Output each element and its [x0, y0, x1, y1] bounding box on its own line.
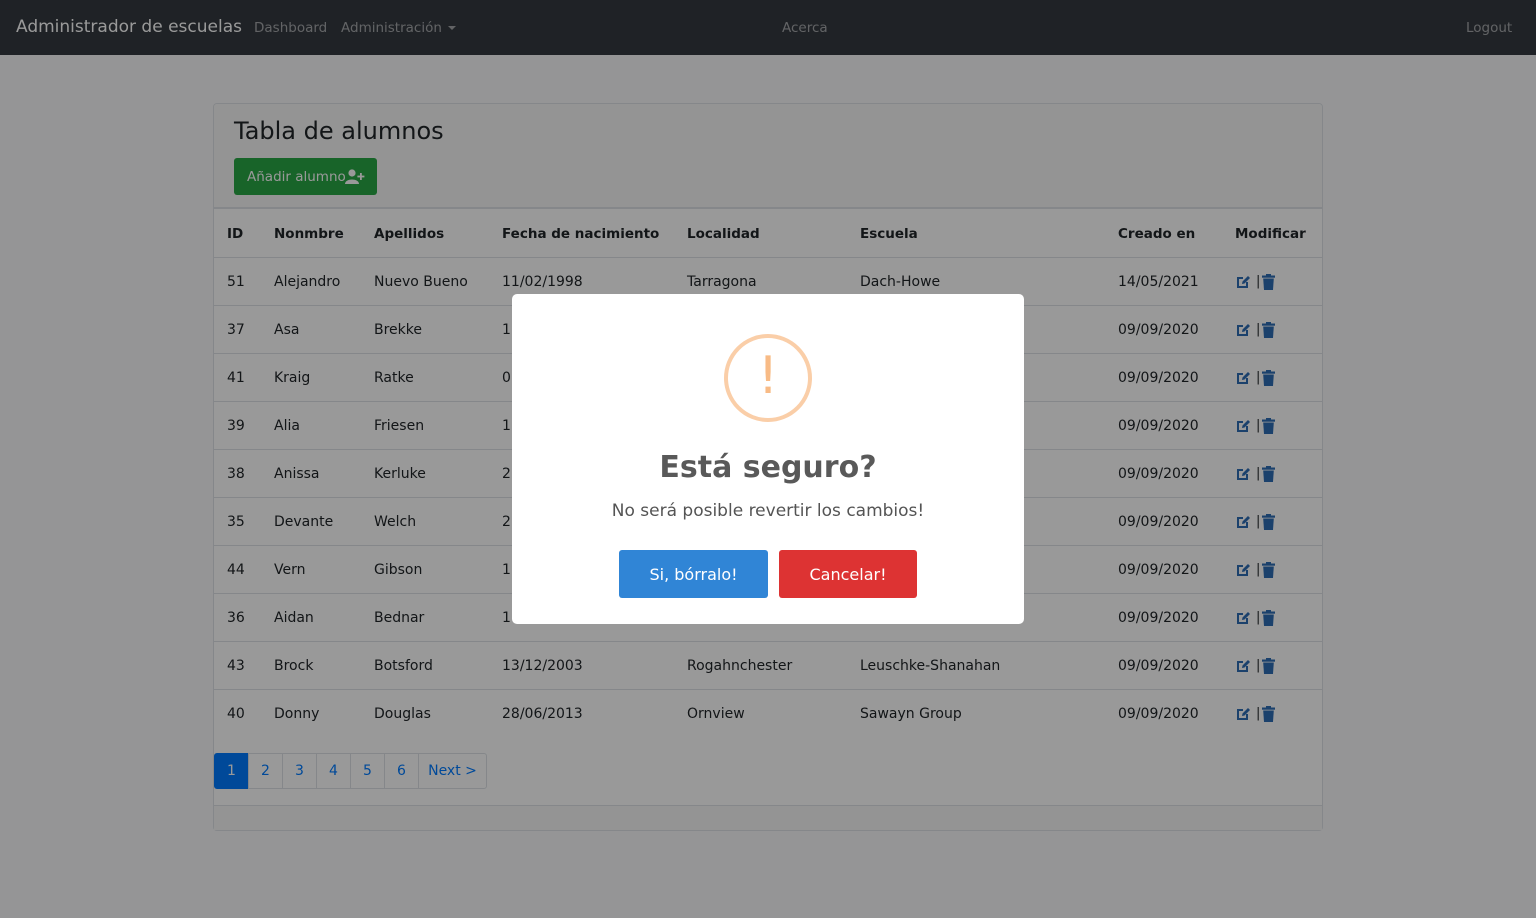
cancel-button[interactable]: Cancelar!: [779, 550, 917, 598]
warning-icon: !: [724, 334, 812, 422]
dialog-title: Está seguro?: [659, 450, 877, 485]
dialog-message: No será posible revertir los cambios!: [611, 501, 925, 521]
confirm-delete-button[interactable]: Si, bórralo!: [619, 550, 768, 598]
warning-icon-glyph: !: [757, 346, 779, 406]
confirm-delete-dialog: ! Está seguro? No será posible revertir …: [512, 294, 1024, 624]
